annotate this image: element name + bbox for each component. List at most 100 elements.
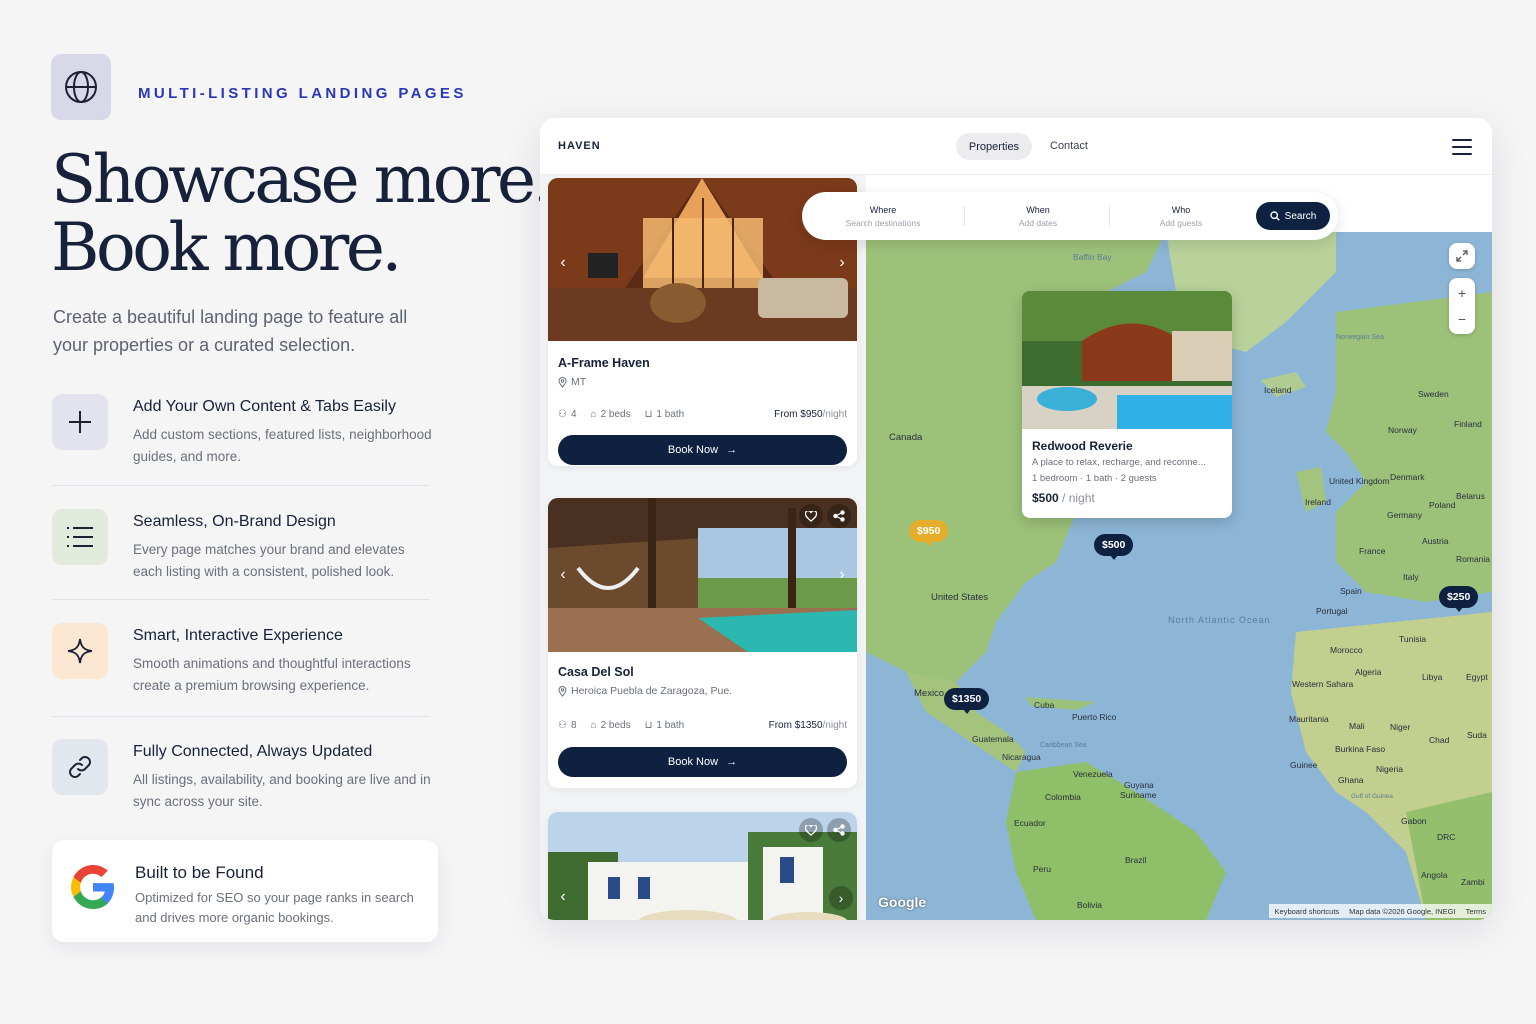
globe-icon-tile xyxy=(51,54,111,120)
bed-icon: ⌂ xyxy=(590,409,597,420)
map-label: Finland xyxy=(1454,419,1482,429)
prev-photo-icon[interactable]: ‹ xyxy=(552,564,574,586)
listing-price: From $950/night xyxy=(774,409,847,420)
listing-card[interactable]: ‹ › xyxy=(548,812,857,920)
map-label: Brazil xyxy=(1125,855,1147,865)
map-listing-popup[interactable]: Redwood Reverie A place to relax, rechar… xyxy=(1022,291,1232,518)
prev-photo-icon[interactable]: ‹ xyxy=(552,886,574,908)
nav-contact[interactable]: Contact xyxy=(1050,140,1088,152)
map-label: Colombia xyxy=(1045,792,1081,802)
plus-icon xyxy=(52,394,108,450)
listing-location: Heroica Puebla de Zaragoza, Pue. xyxy=(558,685,732,697)
who-field[interactable]: Who Add guests xyxy=(1116,205,1246,228)
link-icon xyxy=(52,739,108,795)
google-logo: Google xyxy=(878,894,927,910)
map-label: Suriname xyxy=(1120,790,1157,800)
book-now-button[interactable]: Book Now → xyxy=(558,747,847,777)
google-g-icon xyxy=(71,865,114,909)
seo-title: Built to be Found xyxy=(135,863,264,882)
list-icon xyxy=(52,509,108,565)
map-label: Niger xyxy=(1390,722,1411,732)
share-icon[interactable] xyxy=(827,504,851,528)
search-button[interactable]: Search xyxy=(1256,202,1330,230)
feature-desc: Add custom sections, featured lists, nei… xyxy=(133,427,432,464)
map-label: Ghana xyxy=(1338,775,1364,785)
map-label: United States xyxy=(931,592,989,603)
feature-title: Seamless, On-Brand Design xyxy=(133,513,336,530)
zoom-controls: + − xyxy=(1449,278,1475,334)
map-label: DRC xyxy=(1437,832,1456,842)
favorite-icon[interactable] xyxy=(799,504,823,528)
bath-icon: ⊔ xyxy=(644,409,653,420)
map-label: Burkina Faso xyxy=(1335,744,1386,754)
listing-card[interactable]: ‹ › Casa Del Sol Heroica Puebla de Zarag… xyxy=(548,498,857,788)
sparkle-icon xyxy=(52,623,108,679)
zoom-out-icon[interactable]: − xyxy=(1458,306,1466,332)
divider xyxy=(52,485,430,486)
app-window: HAVEN Properties Contact ‹ › A-Frame Hav… xyxy=(540,118,1492,920)
fullscreen-icon[interactable] xyxy=(1449,243,1475,269)
price-pin[interactable]: $1350 xyxy=(944,688,990,714)
pin-icon xyxy=(558,685,567,697)
map-label: Nicaragua xyxy=(1002,752,1041,762)
map-label: Bolivia xyxy=(1077,900,1103,910)
map-label: Sweden xyxy=(1418,389,1449,399)
popup-desc: A place to relax, recharge, and reconne.… xyxy=(1032,457,1206,468)
book-now-button[interactable]: Book Now → xyxy=(558,435,847,465)
terms-link[interactable]: Terms xyxy=(1466,907,1486,916)
next-photo-icon[interactable]: › xyxy=(829,886,853,910)
map-label: Caribbean Sea xyxy=(1040,742,1087,749)
headline: Showcase more. Book more. xyxy=(51,146,554,286)
next-photo-icon[interactable]: › xyxy=(831,252,853,274)
feature-title: Add Your Own Content & Tabs Easily xyxy=(133,398,396,415)
next-photo-icon[interactable]: › xyxy=(831,564,853,586)
price-pin[interactable]: $950 xyxy=(909,520,949,546)
map[interactable]: Baffin Bay Norwegian Sea Canada United S… xyxy=(866,232,1492,920)
popup-title[interactable]: Redwood Reverie xyxy=(1032,439,1133,453)
price-pin[interactable]: $500 xyxy=(1094,534,1134,560)
map-label: Spain xyxy=(1340,586,1362,596)
map-label: Norwegian Sea xyxy=(1336,334,1384,341)
favorite-icon[interactable] xyxy=(799,818,823,842)
map-label: Chad xyxy=(1429,735,1450,745)
map-label: Mali xyxy=(1349,721,1365,731)
map-label: Iceland xyxy=(1264,385,1292,395)
feature-title: Smart, Interactive Experience xyxy=(133,627,343,644)
listing-title[interactable]: Casa Del Sol xyxy=(558,665,634,679)
feature-desc: Smooth animations and thoughtful interac… xyxy=(133,656,411,693)
map-label: Poland xyxy=(1429,500,1456,510)
share-icon[interactable] xyxy=(827,818,851,842)
arrow-right-icon: → xyxy=(726,444,738,456)
headline-line-2: Book more. xyxy=(51,209,402,286)
map-label: Baffin Bay xyxy=(1073,252,1112,262)
nav-properties[interactable]: Properties xyxy=(956,133,1032,160)
feature-interactive: Smart, Interactive Experience Smooth ani… xyxy=(52,623,430,735)
feature-connected: Fully Connected, Always Updated All list… xyxy=(52,739,431,851)
keyboard-shortcuts-link[interactable]: Keyboard shortcuts xyxy=(1275,907,1340,916)
bath-icon: ⊔ xyxy=(644,720,653,731)
map-label: Guyana xyxy=(1124,780,1154,790)
listing-title[interactable]: A-Frame Haven xyxy=(558,356,650,370)
listing-meta: ⚇ 8 ⌂ 2 beds ⊔ 1 bath From $1350/night xyxy=(558,720,847,731)
price-pin[interactable]: $250 xyxy=(1439,586,1479,612)
map-label: Algeria xyxy=(1355,667,1382,677)
map-attribution: Keyboard shortcuts Map data ©2026 Google… xyxy=(1268,904,1492,918)
prev-photo-icon[interactable]: ‹ xyxy=(552,252,574,274)
map-label: Peru xyxy=(1033,864,1051,874)
search-separator xyxy=(964,206,965,226)
listings-panel[interactable]: ‹ › A-Frame Haven MT ⚇ 4 ⌂ 2 beds ⊔ 1 bath … xyxy=(540,175,866,920)
bed-icon: ⌂ xyxy=(590,720,597,731)
map-label: France xyxy=(1359,546,1386,556)
map-label: North Atlantic Ocean xyxy=(1168,615,1271,625)
when-field[interactable]: When Add dates xyxy=(973,205,1103,228)
zoom-in-icon[interactable]: + xyxy=(1458,280,1466,306)
seo-desc: Optimized for SEO so your page ranks in … xyxy=(135,890,414,925)
feature-desc: All listings, availability, and booking … xyxy=(133,772,431,809)
map-label: Germany xyxy=(1387,510,1422,520)
listing-price: From $1350/night xyxy=(768,720,847,731)
map-label: Morocco xyxy=(1330,645,1363,655)
menu-icon[interactable] xyxy=(1452,139,1472,155)
where-field[interactable]: Where Search destinations xyxy=(818,205,948,228)
brand-logo[interactable]: HAVEN xyxy=(558,140,601,152)
map-label: Belarus xyxy=(1456,491,1485,501)
